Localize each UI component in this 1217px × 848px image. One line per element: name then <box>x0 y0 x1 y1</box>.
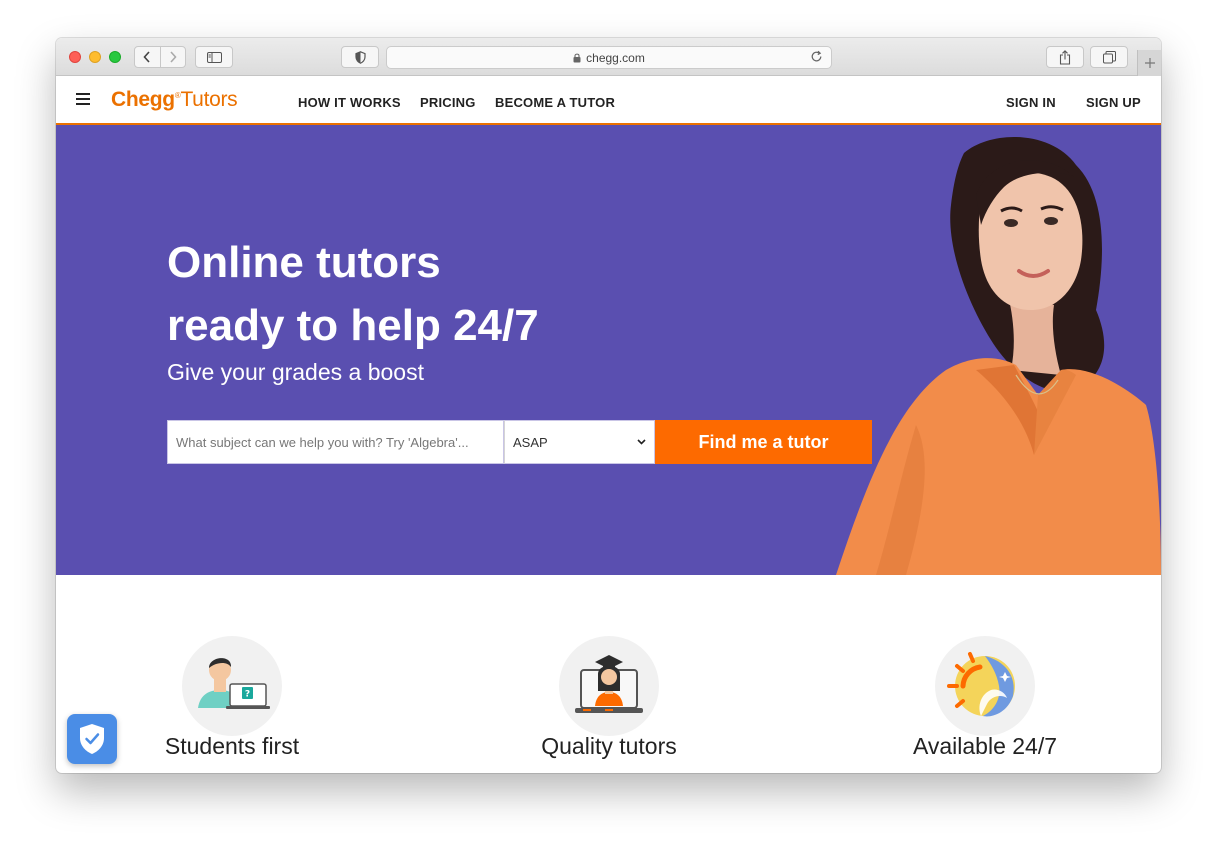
hero-title: Online tutors ready to help 24/7 <box>167 231 727 357</box>
new-tab-button[interactable] <box>1137 50 1161 76</box>
chegg-tutors-logo[interactable]: Chegg®Tutors <box>111 88 238 112</box>
site-header: Chegg®Tutors HOW IT WORKS PRICING BECOME… <box>56 76 1161 125</box>
graduate-laptop-icon <box>559 636 659 736</box>
shield-icon <box>354 50 366 64</box>
nav-how-it-works[interactable]: HOW IT WORKS <box>298 95 401 110</box>
lock-icon <box>573 53 581 62</box>
reload-button[interactable] <box>810 50 823 66</box>
address-text: chegg.com <box>586 50 645 65</box>
sidebar-toggle-button[interactable] <box>195 46 233 68</box>
hero-banner: Online tutors ready to help 24/7 Give yo… <box>56 125 1161 575</box>
tutor-photo <box>836 137 1161 575</box>
nav-become-a-tutor[interactable]: BECOME A TUTOR <box>495 95 615 110</box>
history-nav-group <box>134 46 186 68</box>
minimize-window-button[interactable] <box>89 51 101 63</box>
menu-icon[interactable] <box>76 93 90 105</box>
shield-check-icon <box>80 724 104 754</box>
hero-title-line-2: ready to help 24/7 <box>167 301 539 350</box>
browser-toolbar: chegg.com <box>56 38 1161 76</box>
chevron-left-icon <box>143 51 150 63</box>
tabs-icon <box>1102 50 1116 63</box>
hero-title-line-1: Online tutors <box>167 238 441 287</box>
chevron-right-icon <box>170 51 177 63</box>
tab-overview-button[interactable] <box>1090 46 1128 68</box>
plus-icon <box>1144 58 1155 68</box>
chevron-down-icon <box>637 439 646 445</box>
logo-product: Tutors <box>180 88 238 111</box>
svg-text:?: ? <box>245 690 250 700</box>
logo-registered-mark: ® <box>174 91 181 100</box>
privacy-report-button[interactable] <box>341 46 379 68</box>
feature-label: Quality tutors <box>541 733 677 759</box>
student-laptop-icon: ? <box>182 636 282 736</box>
logo-brand: Chegg <box>111 88 175 111</box>
share-icon <box>1059 49 1071 65</box>
zoom-window-button[interactable] <box>109 51 121 63</box>
feature-label: Students first <box>164 733 300 759</box>
nav-pricing[interactable]: PRICING <box>420 95 476 110</box>
sign-in-link[interactable]: SIGN IN <box>1006 95 1056 110</box>
hero-subtitle: Give your grades a boost <box>167 359 424 385</box>
sidebar-icon <box>206 51 222 63</box>
time-select[interactable]: ASAP <box>504 420 655 464</box>
browser-window: chegg.com Chegg®Tutors HOW IT WORKS PRIC… <box>56 38 1161 773</box>
sun-moon-icon <box>935 636 1035 736</box>
feature-quality-tutors: Quality tutors <box>459 636 759 773</box>
feature-available-247: Available 24/7 <box>835 636 1135 773</box>
time-select-value: ASAP <box>513 434 548 450</box>
subject-search-input[interactable] <box>167 420 504 464</box>
sign-up-link[interactable]: SIGN UP <box>1086 95 1141 110</box>
close-window-button[interactable] <box>69 51 81 63</box>
share-button[interactable] <box>1046 46 1084 68</box>
feature-students-first: ? Students first <box>82 636 382 773</box>
back-button[interactable] <box>135 47 161 67</box>
feature-label: Available 24/7 <box>912 733 1058 759</box>
find-tutor-button[interactable]: Find me a tutor <box>655 420 872 464</box>
address-bar[interactable]: chegg.com <box>386 46 832 69</box>
security-badge-button[interactable] <box>67 714 117 764</box>
reload-icon <box>811 50 822 62</box>
forward-button[interactable] <box>161 47 186 67</box>
